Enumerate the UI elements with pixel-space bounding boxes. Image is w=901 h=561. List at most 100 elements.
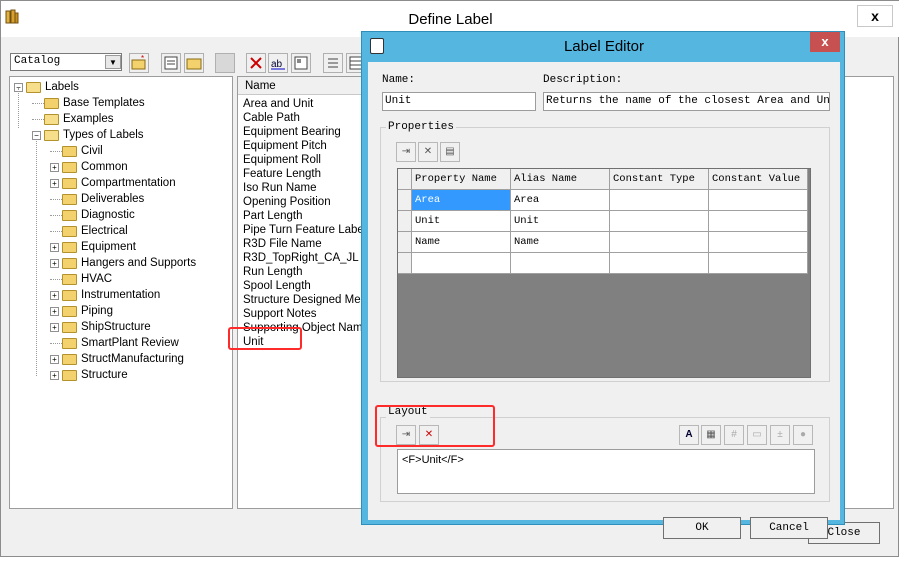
tree-item[interactable]: − Types of Labels	[32, 127, 144, 143]
label-list[interactable]: Name Area and Unit Cable Path Equipment Be…	[237, 76, 367, 509]
close-icon[interactable]: x	[810, 32, 840, 52]
properties-grid[interactable]: Property Name Alias Name Constant Type Cons…	[397, 168, 811, 378]
tree-item[interactable]: + Piping	[50, 303, 113, 319]
list-item[interactable]: Equipment Pitch	[243, 140, 327, 154]
font-icon[interactable]: A	[679, 425, 699, 445]
list-item[interactable]: Part Length	[243, 210, 302, 224]
row-header[interactable]	[398, 211, 412, 232]
list-item[interactable]: Equipment Roll	[243, 154, 321, 168]
grid-cell[interactable]: Name	[412, 232, 511, 253]
catalog-dropdown[interactable]: Catalog ▼	[10, 53, 122, 71]
grid-cell[interactable]	[709, 232, 808, 253]
tree-item[interactable]: Civil	[50, 143, 103, 159]
table-icon[interactable]: ▦	[701, 425, 721, 445]
grid-cell[interactable]: Name	[511, 232, 610, 253]
grid-cell[interactable]	[610, 190, 709, 211]
list-item[interactable]: R3D File Name	[243, 238, 322, 252]
grid-cell[interactable]	[709, 211, 808, 232]
edit-properties-icon[interactable]	[291, 53, 311, 73]
name-field[interactable]: Unit	[382, 92, 536, 111]
folder-settings-icon[interactable]	[184, 53, 204, 73]
grid-cell[interactable]: Area	[412, 190, 511, 211]
list-item[interactable]: R3D_TopRight_CA_JL	[243, 252, 359, 266]
tree-item[interactable]: Base Templates	[32, 95, 145, 111]
folder-icon	[62, 305, 77, 317]
rename-icon[interactable]: ab	[268, 53, 288, 73]
tree-item-label: Types of Labels	[63, 129, 144, 141]
expand-icon[interactable]: +	[50, 258, 59, 268]
list-item[interactable]: Support Notes	[243, 308, 317, 322]
expand-icon[interactable]: −	[32, 130, 41, 140]
list-item[interactable]: Pipe Turn Feature Label	[243, 224, 366, 238]
tree-item[interactable]: + ShipStructure	[50, 319, 151, 335]
grid-cell[interactable]	[610, 253, 709, 274]
layout-text-field[interactable]: <F>Unit</F>	[397, 449, 815, 494]
delete-property-icon[interactable]: ✕	[418, 142, 438, 162]
svg-text:ab: ab	[271, 59, 283, 70]
tree-item[interactable]: Electrical	[50, 223, 128, 239]
tree-item[interactable]: Examples	[32, 111, 114, 127]
tree-item[interactable]: + Instrumentation	[50, 287, 160, 303]
row-header[interactable]	[398, 232, 412, 253]
tree-item[interactable]: SmartPlant Review	[50, 335, 179, 351]
list-item[interactable]: Opening Position	[243, 196, 331, 210]
folder-icon	[44, 113, 59, 125]
ok-button[interactable]: OK	[663, 517, 741, 539]
expand-icon[interactable]: +	[50, 178, 59, 188]
expand-icon[interactable]: +	[50, 370, 59, 380]
new-folder-icon[interactable]: *	[129, 53, 149, 73]
expand-icon[interactable]: +	[50, 322, 59, 332]
expand-icon[interactable]: +	[50, 242, 59, 252]
column-header[interactable]: Property Name	[412, 169, 511, 190]
expand-icon[interactable]: +	[50, 290, 59, 300]
list-view-icon[interactable]	[323, 53, 343, 73]
grid-cell[interactable]	[412, 253, 511, 274]
description-field[interactable]: Returns the name of the closest Area and…	[543, 92, 830, 111]
column-header[interactable]: Alias Name	[511, 169, 610, 190]
list-item[interactable]: Structure Designed Memb	[243, 294, 366, 308]
grid-cell[interactable]	[709, 253, 808, 274]
list-item[interactable]: Feature Length	[243, 168, 321, 182]
tree-item[interactable]: + Hangers and Supports	[50, 255, 196, 271]
grid-cell[interactable]: Unit	[511, 211, 610, 232]
expand-icon[interactable]: +	[50, 354, 59, 364]
grid-cell[interactable]	[610, 211, 709, 232]
expand-icon[interactable]: +	[50, 306, 59, 316]
column-header[interactable]: Constant Type	[610, 169, 709, 190]
property-settings-icon[interactable]: ▤	[440, 142, 460, 162]
name-column-header[interactable]: Name	[238, 77, 366, 95]
close-icon[interactable]: x	[857, 5, 893, 27]
label-tree[interactable]: − Labels Base Templates Examples − Types of L…	[9, 76, 233, 509]
grid-cell[interactable]	[709, 190, 808, 211]
tree-item[interactable]: + Compartmentation	[50, 175, 176, 191]
editor-title: Label Editor	[563, 38, 645, 55]
list-item[interactable]: Area and Unit	[243, 98, 313, 112]
grid-cell[interactable]: Unit	[412, 211, 511, 232]
grid-cell[interactable]	[511, 253, 610, 274]
folder-icon	[44, 97, 59, 109]
add-property-icon[interactable]: ⇥	[396, 142, 416, 162]
list-item[interactable]: Iso Run Name	[243, 182, 317, 196]
tree-item[interactable]: − Labels	[14, 79, 79, 95]
list-item[interactable]: Cable Path	[243, 112, 300, 126]
tree-item[interactable]: Deliverables	[50, 191, 144, 207]
tree-item[interactable]: HVAC	[50, 271, 112, 287]
chevron-down-icon[interactable]: ▼	[105, 55, 121, 69]
column-header[interactable]: Constant Value	[709, 169, 808, 190]
row-header[interactable]	[398, 190, 412, 211]
properties-icon[interactable]	[161, 53, 181, 73]
cancel-button[interactable]: Cancel	[750, 517, 828, 539]
tree-item[interactable]: + Structure	[50, 367, 128, 383]
row-header[interactable]	[398, 253, 412, 274]
tree-item[interactable]: + StructManufacturing	[50, 351, 184, 367]
tree-item[interactable]: + Common	[50, 159, 128, 175]
list-item[interactable]: Equipment Bearing	[243, 126, 341, 140]
grid-cell[interactable]	[610, 232, 709, 253]
delete-icon[interactable]	[246, 53, 266, 73]
tree-item[interactable]: Diagnostic	[50, 207, 135, 223]
expand-icon[interactable]: +	[50, 162, 59, 172]
list-item[interactable]: Run Length	[243, 266, 302, 280]
tree-item[interactable]: + Equipment	[50, 239, 136, 255]
list-item[interactable]: Spool Length	[243, 280, 311, 294]
grid-cell[interactable]: Area	[511, 190, 610, 211]
